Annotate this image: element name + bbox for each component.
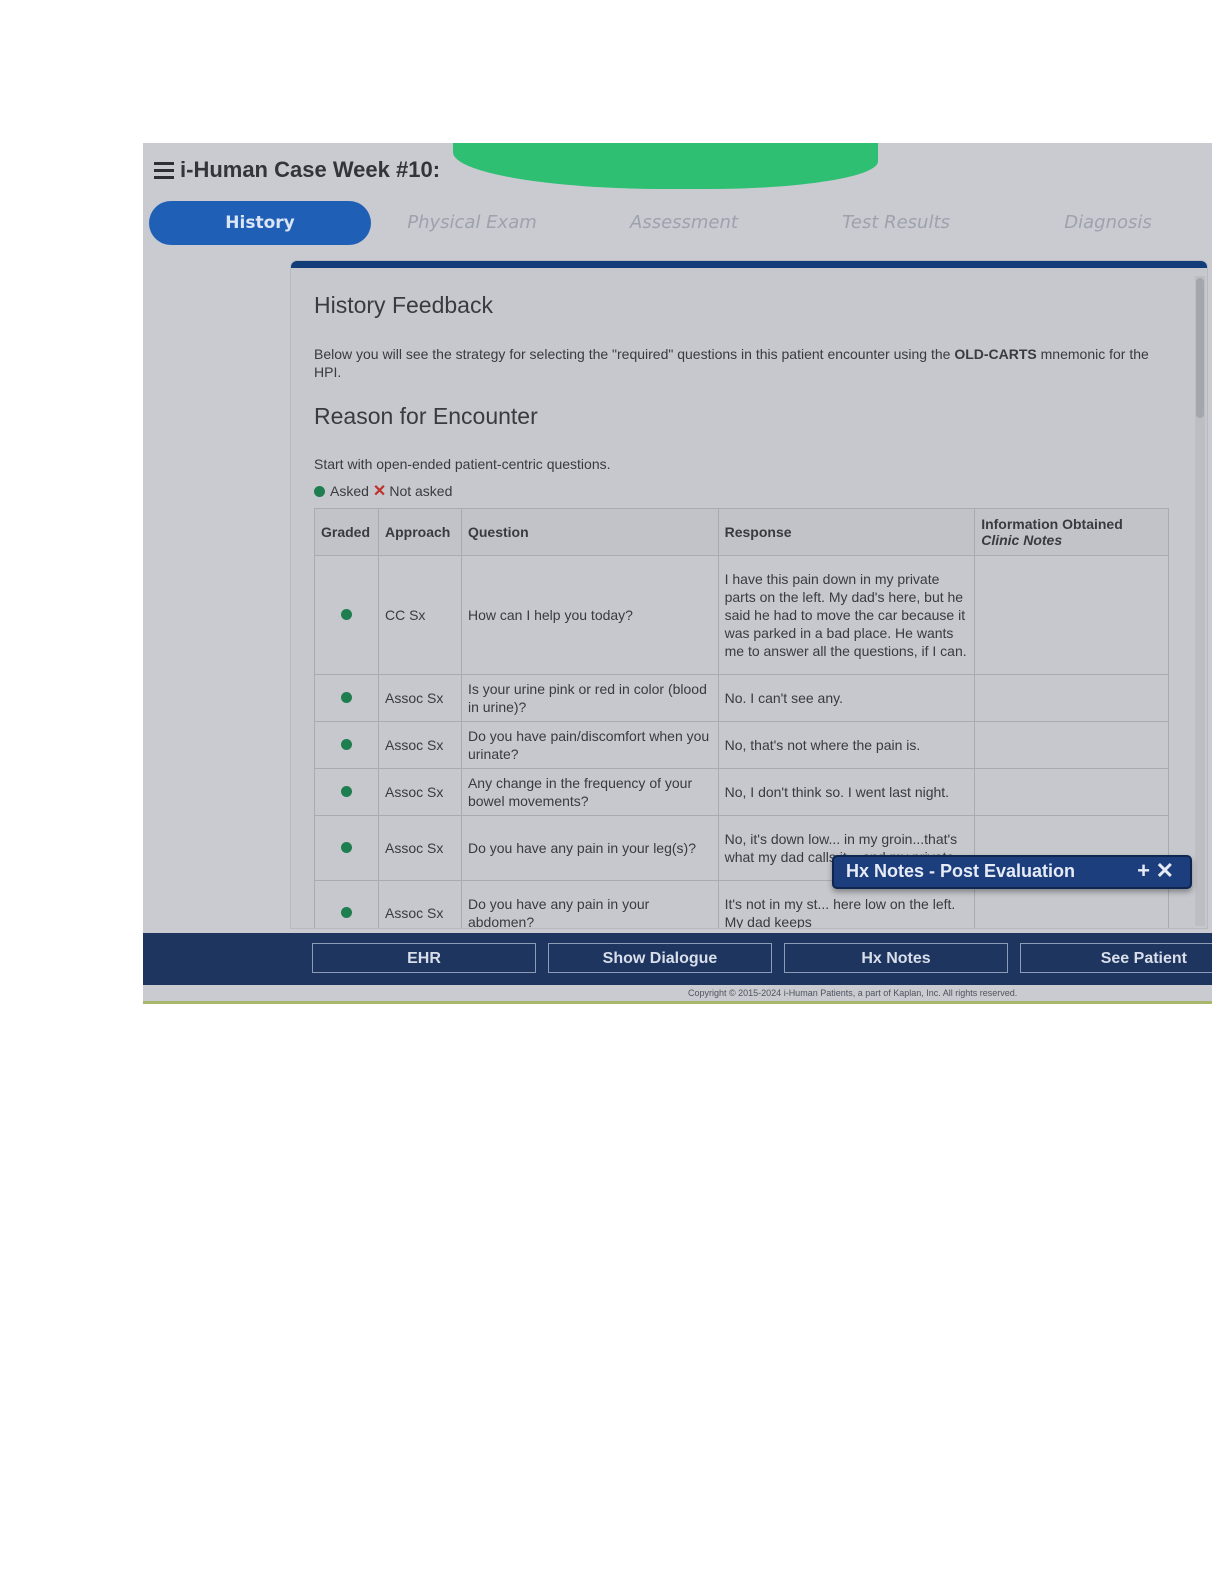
graded-cell (314, 721, 379, 769)
history-feedback-heading: History Feedback (314, 292, 493, 318)
tab-bar: History Physical Exam Assessment Test Re… (149, 201, 1209, 245)
question-cell: How can I help you today? (460, 555, 719, 675)
info-cell (974, 674, 1169, 722)
response-cell: No, I don't think so. I went last night. (717, 768, 976, 816)
asked-dot-icon (340, 786, 352, 797)
col-approach: Approach (377, 508, 462, 556)
close-icon[interactable]: ✕ (1156, 858, 1174, 884)
show-dialogue-button[interactable]: Show Dialogue (548, 943, 772, 973)
table-row: Assoc Sx Is your urine pink or red in co… (314, 674, 1169, 722)
feedback-panel: History Feedback Below you will see the … (291, 261, 1207, 928)
table-header-row: Graded Approach Question Response Inform… (314, 508, 1169, 556)
intro-prefix: Below you will see the strategy for sele… (314, 346, 955, 362)
app-window: i-Human Case Week #10: History Physical … (143, 143, 1212, 1004)
approach-cell: CC Sx (377, 555, 462, 675)
tab-assessment[interactable]: Assessment (573, 201, 795, 245)
footer-bar: EHR Show Dialogue Hx Notes See Patient (143, 933, 1212, 985)
col-question: Question (460, 508, 719, 556)
legend: Asked ✕ Not asked (314, 481, 1174, 501)
start-instruction: Start with open-ended patient-centric qu… (314, 456, 611, 472)
feedback-content: History Feedback Below you will see the … (314, 292, 1174, 928)
graded-cell (314, 555, 379, 675)
col-information-obtained: Information Obtained Clinic Notes (974, 508, 1169, 556)
legend-asked-label: Asked (330, 483, 369, 499)
copyright-text: Copyright © 2015-2024 i-Human Patients, … (688, 988, 1018, 998)
title-bar: i-Human Case Week #10: (143, 143, 1212, 201)
tab-history[interactable]: History (149, 201, 371, 245)
approach-cell: Assoc Sx (377, 674, 462, 722)
approach-cell: Assoc Sx (377, 768, 462, 816)
question-cell: Do you have any pain in your leg(s)? (460, 815, 719, 881)
info-cell (974, 768, 1169, 816)
table-row: Assoc Sx Do you have pain/discomfort whe… (314, 721, 1169, 769)
intro-text: Below you will see the strategy for sele… (314, 345, 1174, 381)
asked-dot-icon (340, 907, 352, 918)
reason-for-encounter-heading: Reason for Encounter (314, 403, 538, 429)
legend-not-asked-label: Not asked (389, 483, 453, 499)
approach-cell: Assoc Sx (377, 815, 462, 881)
question-cell: Is your urine pink or red in color (bloo… (460, 674, 719, 722)
tab-physical-exam[interactable]: Physical Exam (361, 201, 583, 245)
left-sidebar (143, 245, 291, 933)
info-cell (974, 555, 1169, 675)
tab-test-results[interactable]: Test Results (785, 201, 1007, 245)
intro-mnemonic: OLD-CARTS (954, 346, 1037, 362)
asked-dot-icon (314, 485, 325, 497)
col-graded: Graded (314, 508, 379, 556)
table-row: Assoc Sx Any change in the frequency of … (314, 768, 1169, 816)
asked-dot-icon (340, 842, 352, 853)
plus-icon[interactable]: + (1137, 858, 1150, 884)
table-row: CC Sx How can I help you today? I have t… (314, 555, 1169, 675)
question-cell: Any change in the frequency of your bowe… (460, 768, 719, 816)
panel-scrollbar[interactable] (1195, 276, 1205, 926)
asked-dot-icon (340, 609, 352, 620)
scrollbar-thumb[interactable] (1196, 278, 1204, 418)
info-cell (974, 721, 1169, 769)
graded-cell (314, 880, 379, 928)
question-cell: Do you have pain/discomfort when you uri… (460, 721, 719, 769)
response-cell: No. I can't see any. (717, 674, 976, 722)
case-title: i-Human Case Week #10: (180, 157, 441, 182)
hx-notes-popup-title: Hx Notes - Post Evaluation (846, 861, 1076, 881)
not-asked-x-icon: ✕ (372, 483, 387, 500)
asked-dot-icon (340, 739, 352, 750)
tab-diagnosis[interactable]: Diagnosis (997, 201, 1212, 245)
col-response: Response (717, 508, 976, 556)
asked-dot-icon (340, 692, 352, 703)
hamburger-menu-icon[interactable] (154, 162, 174, 179)
response-cell: I have this pain down in my private part… (717, 555, 976, 675)
bottom-divider (143, 1001, 1212, 1004)
response-cell: No, that's not where the pain is. (717, 721, 976, 769)
graded-cell (314, 674, 379, 722)
hx-notes-popup[interactable]: Hx Notes - Post Evaluation + ✕ (832, 855, 1192, 889)
question-cell: Do you have any pain in your abdomen? (460, 880, 719, 928)
col-info-line1: Information Obtained (981, 516, 1123, 532)
ehr-button[interactable]: EHR (312, 943, 536, 973)
approach-cell: Assoc Sx (377, 880, 462, 928)
col-info-line2: Clinic Notes (981, 532, 1063, 548)
graded-cell (314, 768, 379, 816)
redaction-mark (453, 143, 878, 189)
graded-cell (314, 815, 379, 881)
see-patient-button[interactable]: See Patient (1020, 943, 1212, 973)
hx-notes-button[interactable]: Hx Notes (784, 943, 1008, 973)
approach-cell: Assoc Sx (377, 721, 462, 769)
